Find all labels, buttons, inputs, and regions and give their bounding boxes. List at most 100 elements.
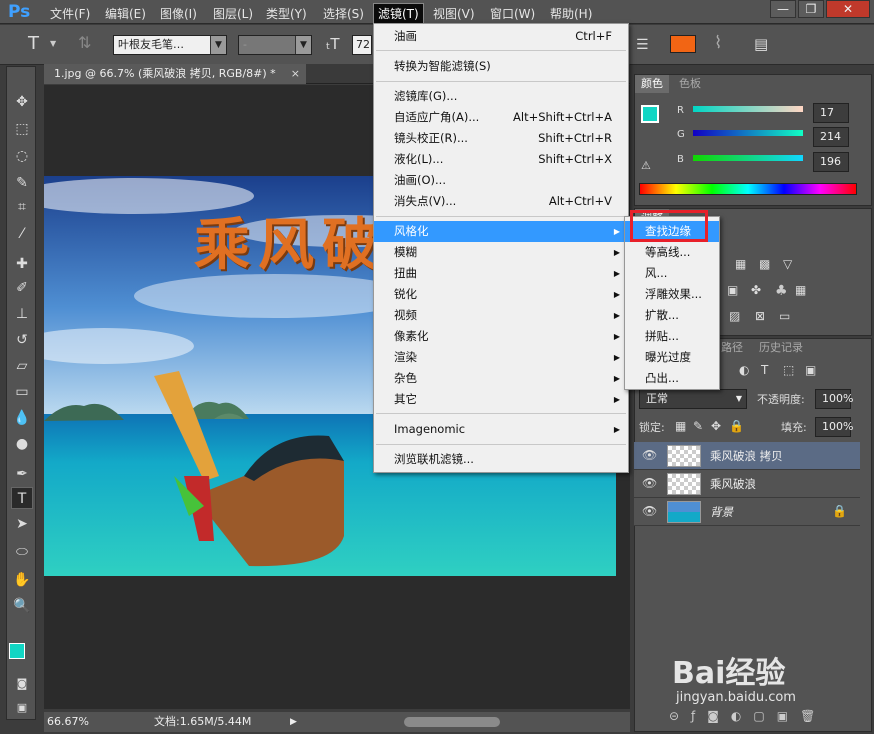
- align-right-icon[interactable]: ☰: [636, 37, 649, 53]
- menu-item-last-filter[interactable]: 油画 Ctrl+F: [374, 26, 628, 47]
- submenu-item-solarize[interactable]: 曝光过度: [625, 347, 719, 368]
- layer-actions-toolbar[interactable]: ⊝ƒ◙◐▢▣🗑: [669, 709, 869, 723]
- menu-item-sharpen[interactable]: 锐化 ▶: [374, 284, 628, 305]
- threshold-icon[interactable]: ⊠: [755, 309, 765, 323]
- eye-icon[interactable]: 👁: [642, 476, 657, 490]
- blend-mode-select[interactable]: 正常 ▼: [639, 389, 747, 409]
- levels-icon[interactable]: ▦: [735, 257, 746, 271]
- tab-paths[interactable]: 路径: [715, 339, 749, 357]
- menu-item-video[interactable]: 视频 ▶: [374, 305, 628, 326]
- menu-item-browse-online-filters[interactable]: 浏览联机滤镜...: [374, 449, 628, 470]
- menu-item-stylize[interactable]: 风格化 ▶: [374, 221, 628, 242]
- layer-filter-shape-icon[interactable]: ⬚: [783, 363, 794, 377]
- eraser-tool-icon[interactable]: ▱: [11, 355, 33, 377]
- ellipse-tool-icon[interactable]: ⬭: [11, 541, 33, 563]
- color-lookup-icon[interactable]: ▦: [795, 283, 806, 297]
- layer-row[interactable]: 👁 乘风破浪: [634, 470, 860, 498]
- lock-all-icon[interactable]: 🔒: [729, 419, 744, 433]
- color-spectrum-bar[interactable]: [639, 183, 857, 195]
- menu-item-oil-paint[interactable]: 油画(O)...: [374, 170, 628, 191]
- blue-slider[interactable]: [693, 155, 803, 161]
- channel-mixer-icon[interactable]: ♣: [775, 283, 788, 299]
- type-tool-icon[interactable]: T: [11, 487, 33, 509]
- posterize-icon[interactable]: ▨: [729, 309, 740, 323]
- layer-name[interactable]: 乘风破浪: [710, 476, 756, 492]
- close-button[interactable]: ✕: [826, 0, 870, 18]
- status-menu-arrow-icon[interactable]: ▶: [290, 712, 297, 732]
- submenu-item-wind[interactable]: 风...: [625, 263, 719, 284]
- submenu-item-trace-contour[interactable]: 等高线...: [625, 242, 719, 263]
- vibrance-icon[interactable]: ▣: [727, 283, 738, 297]
- layer-row[interactable]: 👁 背景 🔒: [634, 498, 860, 526]
- green-slider[interactable]: [693, 130, 803, 136]
- menu-filter[interactable]: 滤镜(T): [373, 3, 424, 24]
- crop-tool-icon[interactable]: ⌗: [11, 196, 33, 218]
- menu-item-adaptive-wide-angle[interactable]: 自适应广角(A)... Alt+Shift+Ctrl+A: [374, 107, 628, 128]
- hand-tool-icon[interactable]: ✋: [11, 569, 33, 591]
- opacity-input[interactable]: 100%: [815, 389, 853, 409]
- menu-file[interactable]: 文件(F): [46, 4, 94, 23]
- path-select-tool-icon[interactable]: ➤: [11, 513, 33, 535]
- font-family-select[interactable]: 叶根友毛笔… ▼: [113, 35, 227, 55]
- tab-swatches[interactable]: 色板: [673, 75, 707, 93]
- layer-name[interactable]: 背景: [710, 504, 733, 520]
- red-value-input[interactable]: 17: [813, 103, 849, 123]
- curves-icon[interactable]: ▩: [759, 257, 770, 271]
- restore-button[interactable]: ❐: [798, 0, 824, 18]
- text-color-swatch[interactable]: [670, 35, 696, 53]
- menu-window[interactable]: 窗口(W): [486, 4, 539, 23]
- lock-image-icon[interactable]: ✎: [693, 419, 703, 433]
- document-tab[interactable]: 1.jpg @ 66.7% (乘风破浪 拷贝, RGB/8#) * ×: [44, 64, 306, 84]
- fill-input[interactable]: 100%: [815, 417, 853, 437]
- submenu-item-extrude[interactable]: 凸出...: [625, 368, 719, 389]
- pen-tool-icon[interactable]: ✒: [11, 463, 33, 485]
- green-value-input[interactable]: 214: [813, 127, 849, 147]
- menu-item-liquify[interactable]: 液化(L)... Shift+Ctrl+X: [374, 149, 628, 170]
- blur-tool-icon[interactable]: 💧: [11, 407, 33, 429]
- font-size-input[interactable]: 72: [352, 35, 372, 55]
- eye-icon[interactable]: 👁: [642, 504, 657, 518]
- menu-view[interactable]: 视图(V): [429, 4, 479, 23]
- eyedropper-tool-icon[interactable]: ⁄: [11, 223, 33, 245]
- menu-layer[interactable]: 图层(L): [209, 4, 257, 23]
- eye-icon[interactable]: 👁: [642, 448, 657, 462]
- dodge-tool-icon[interactable]: ●: [11, 433, 33, 455]
- lasso-tool-icon[interactable]: ◌: [11, 145, 33, 167]
- menu-item-other[interactable]: 其它 ▶: [374, 389, 628, 410]
- layer-name[interactable]: 乘风破浪 拷贝: [710, 448, 783, 464]
- menu-item-noise[interactable]: 杂色 ▶: [374, 368, 628, 389]
- zoom-level[interactable]: 66.67%: [47, 712, 89, 732]
- menu-item-smart-filter[interactable]: 转换为智能滤镜(S): [374, 56, 628, 77]
- quick-mask-icon[interactable]: ◙: [11, 673, 33, 695]
- menu-image[interactable]: 图像(I): [156, 4, 201, 23]
- horizontal-scrollbar-thumb[interactable]: [404, 717, 500, 727]
- hue-icon[interactable]: ✤: [751, 283, 761, 297]
- menu-item-vanishing-point[interactable]: 消失点(V)... Alt+Ctrl+V: [374, 191, 628, 212]
- character-panel-icon[interactable]: ▤: [754, 35, 768, 53]
- lock-pixels-icon[interactable]: ▦: [675, 419, 686, 433]
- font-style-select[interactable]: - ▼: [238, 35, 312, 55]
- menu-type[interactable]: 类型(Y): [262, 4, 311, 23]
- menu-item-render[interactable]: 渲染 ▶: [374, 347, 628, 368]
- menu-item-imagenomic[interactable]: Imagenomic ▶: [374, 419, 628, 440]
- text-orientation-icon[interactable]: ⇅: [78, 33, 91, 52]
- zoom-tool-icon[interactable]: 🔍: [11, 595, 33, 617]
- layer-row[interactable]: 👁 乘风破浪 拷贝: [634, 442, 860, 470]
- submenu-item-emboss[interactable]: 浮雕效果...: [625, 284, 719, 305]
- menu-edit[interactable]: 编辑(E): [101, 4, 150, 23]
- submenu-item-tiles[interactable]: 拼贴...: [625, 326, 719, 347]
- healing-brush-tool-icon[interactable]: ✚: [11, 253, 33, 275]
- warp-text-icon[interactable]: ⌇: [714, 33, 722, 53]
- layer-filter-icon[interactable]: ◐: [739, 363, 749, 377]
- screen-mode-icon[interactable]: ▣: [11, 697, 33, 719]
- stamp-tool-icon[interactable]: ⊥: [11, 303, 33, 325]
- tab-color[interactable]: 颜色: [635, 75, 669, 93]
- layer-filter-type-icon[interactable]: T: [761, 363, 768, 377]
- type-tool-icon[interactable]: T: [28, 33, 39, 54]
- history-brush-tool-icon[interactable]: ↺: [11, 329, 33, 351]
- minimize-button[interactable]: —: [770, 0, 796, 18]
- menu-help[interactable]: 帮助(H): [546, 4, 596, 23]
- foreground-color-swatch[interactable]: [641, 105, 659, 123]
- menu-item-distort[interactable]: 扭曲 ▶: [374, 263, 628, 284]
- menu-item-pixelate[interactable]: 像素化 ▶: [374, 326, 628, 347]
